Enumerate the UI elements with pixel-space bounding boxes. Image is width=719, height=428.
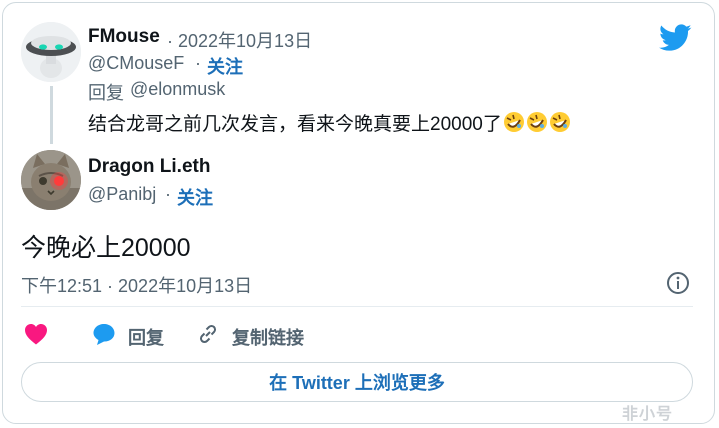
actions-divider xyxy=(21,306,693,307)
main-follow-link[interactable]: 关注 xyxy=(177,184,213,210)
thread-connector-line xyxy=(50,86,53,144)
like-button[interactable] xyxy=(24,323,48,350)
rolling-laughing-emoji xyxy=(525,112,548,135)
reply-author-handle[interactable]: @CMouseF xyxy=(88,53,184,74)
main-follow-separator: · xyxy=(165,184,171,204)
tweet-timestamp[interactable]: 下午12:51 · 2022年10月13日 xyxy=(21,272,252,298)
reply-label: 回复 xyxy=(128,327,164,348)
copy-link-button[interactable]: 复制链接 xyxy=(196,322,304,351)
view-more-on-twitter-button[interactable]: 在 Twitter 上浏览更多 xyxy=(21,362,693,402)
reply-follow-link[interactable]: 关注 xyxy=(207,53,243,79)
watermark-text: 非小号 xyxy=(622,406,674,423)
reply-date[interactable]: · 2022年10月13日 xyxy=(167,27,312,53)
rolling-laughing-emoji xyxy=(502,112,525,135)
copy-link-label: 复制链接 xyxy=(232,327,304,348)
fmouse-avatar[interactable] xyxy=(21,22,81,82)
heart-icon xyxy=(24,323,48,350)
dragon-li-avatar[interactable] xyxy=(21,150,81,210)
info-icon[interactable] xyxy=(666,271,690,295)
reply-to-handle-link[interactable]: @elonmusk xyxy=(130,79,225,100)
main-author-name[interactable]: Dragon Li.eth xyxy=(88,156,210,178)
rolling-laughing-emoji xyxy=(548,112,571,135)
main-tweet-text: 今晚必上20000 xyxy=(21,234,191,262)
link-icon xyxy=(196,322,220,351)
main-author-handle[interactable]: @Panibj xyxy=(88,184,156,205)
reply-to-prefix: 回复 xyxy=(88,83,124,103)
reply-tweet-text-row: 结合龙哥之前几次发言，看来今晚真要上20000了 xyxy=(88,109,571,136)
reply-tweet-text: 结合龙哥之前几次发言，看来今晚真要上20000了 xyxy=(88,114,502,135)
twitter-bird-icon[interactable] xyxy=(659,24,692,52)
reply-follow-separator: · xyxy=(195,53,201,73)
speech-bubble-icon xyxy=(92,322,116,351)
reply-button[interactable]: 回复 xyxy=(92,322,164,351)
reply-author-name[interactable]: FMouse xyxy=(88,26,160,48)
view-more-label: 在 Twitter 上浏览更多 xyxy=(269,373,445,393)
